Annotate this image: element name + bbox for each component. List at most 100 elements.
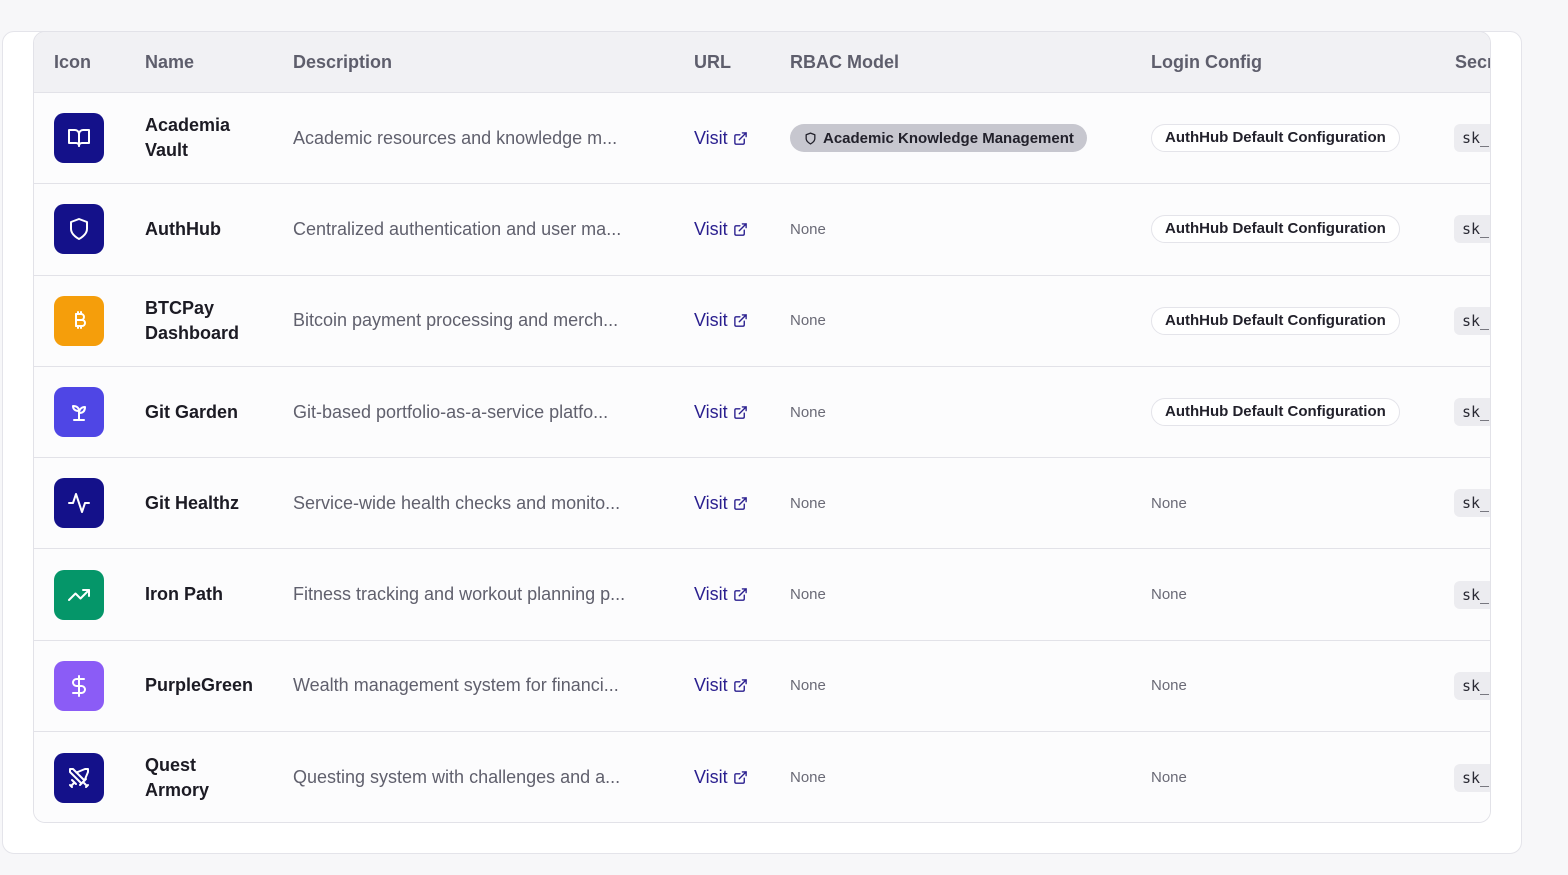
visit-link[interactable]: Visit (694, 128, 748, 149)
secret-key[interactable]: sk_ (1454, 124, 1490, 153)
external-link-icon (733, 222, 748, 237)
secret-key[interactable]: sk_ (1454, 763, 1490, 792)
app-description: Service-wide health checks and monito... (293, 492, 621, 513)
login-cell: None (1151, 458, 1187, 548)
header-login-config[interactable]: Login Config (1151, 32, 1262, 93)
icon-cell (54, 732, 104, 822)
app-description: Centralized authentication and user ma..… (293, 218, 622, 239)
header-name[interactable]: Name (145, 32, 194, 93)
name-cell: Quest Armory (145, 732, 260, 822)
login-cell: AuthHub Default Configuration (1151, 184, 1400, 274)
header-description[interactable]: Description (293, 32, 392, 93)
header-rbac-model[interactable]: RBAC Model (790, 32, 899, 93)
secret-cell: sk_ (1454, 276, 1490, 366)
secret-cell: sk_ (1454, 732, 1490, 822)
url-cell: Visit (694, 184, 748, 274)
url-cell: Visit (694, 367, 748, 457)
icon-cell (54, 184, 104, 274)
name-cell: Git Garden (145, 367, 260, 457)
visit-link[interactable]: Visit (694, 402, 748, 423)
dollar-sign-icon (54, 660, 104, 711)
table-row[interactable]: Iron Path Fitness tracking and workout pl… (34, 549, 1490, 641)
table-row[interactable]: AuthHub Centralized authentication and us… (34, 184, 1490, 276)
external-link-icon (733, 313, 748, 328)
login-config-badge[interactable]: AuthHub Default Configuration (1151, 306, 1400, 335)
rbac-none: None (790, 769, 826, 787)
rbac-badge[interactable]: Academic Knowledge Management (790, 124, 1087, 153)
table-row[interactable]: BTCPay Dashboard Bitcoin payment processi… (34, 275, 1490, 367)
external-link-icon (733, 587, 748, 602)
login-config-badge[interactable]: AuthHub Default Configuration (1151, 215, 1400, 244)
rbac-none: None (790, 403, 826, 421)
description-cell: Git-based portfolio-as-a-service platfo.… (293, 367, 608, 457)
description-cell: Bitcoin payment processing and merch... (293, 276, 618, 366)
rbac-none: None (790, 586, 826, 604)
icon-cell (54, 93, 104, 183)
login-none: None (1151, 769, 1187, 787)
secret-key[interactable]: sk_ (1454, 398, 1490, 427)
header-icon[interactable]: Icon (54, 32, 91, 93)
description-cell: Questing system with challenges and a... (293, 732, 620, 822)
table-row[interactable]: Quest Armory Questing system with challen… (34, 732, 1490, 822)
secret-key[interactable]: sk_ (1454, 580, 1490, 609)
sprout-icon (54, 387, 104, 438)
bitcoin-icon (54, 295, 104, 346)
login-none: None (1151, 494, 1187, 512)
rbac-cell: Academic Knowledge Management (790, 93, 1087, 183)
app-name: Quest Armory (145, 754, 210, 800)
login-cell: None (1151, 732, 1187, 822)
name-cell: Academia Vault (145, 93, 260, 183)
external-link-icon (733, 131, 748, 146)
description-cell: Service-wide health checks and monito... (293, 458, 620, 548)
icon-cell (54, 641, 104, 731)
visit-link[interactable]: Visit (694, 584, 748, 605)
login-cell: AuthHub Default Configuration (1151, 367, 1400, 457)
visit-link[interactable]: Visit (694, 675, 748, 696)
name-cell: PurpleGreen (145, 641, 260, 731)
secret-key[interactable]: sk_ (1454, 306, 1490, 335)
description-cell: Wealth management system for financi... (293, 641, 619, 731)
rbac-cell: None (790, 549, 826, 639)
secret-cell: sk_ (1454, 93, 1490, 183)
secret-key[interactable]: sk_ (1454, 215, 1490, 244)
url-cell: Visit (694, 458, 748, 548)
swords-icon (54, 752, 104, 803)
rbac-cell: None (790, 276, 826, 366)
description-cell: Fitness tracking and workout planning p.… (293, 549, 625, 639)
secret-cell: sk_ (1454, 184, 1490, 274)
secret-cell: sk_ (1454, 549, 1490, 639)
icon-cell (54, 458, 104, 548)
secret-key[interactable]: sk_ (1454, 671, 1490, 700)
table-header: Icon Name Description URL RBAC Model Log… (34, 32, 1490, 93)
visit-link-label: Visit (694, 218, 728, 239)
app-name: Git Garden (145, 401, 239, 422)
login-config-badge[interactable]: AuthHub Default Configuration (1151, 124, 1400, 153)
visit-link[interactable]: Visit (694, 219, 748, 240)
visit-link[interactable]: Visit (694, 310, 748, 331)
table-row[interactable]: Git Healthz Service-wide health checks an… (34, 458, 1490, 550)
visit-link[interactable]: Visit (694, 767, 748, 788)
login-config-badge[interactable]: AuthHub Default Configuration (1151, 398, 1400, 427)
visit-link[interactable]: Visit (694, 493, 748, 514)
login-cell: AuthHub Default Configuration (1151, 93, 1400, 183)
header-url[interactable]: URL (694, 32, 731, 93)
shield-icon (54, 204, 104, 255)
url-cell: Visit (694, 276, 748, 366)
name-cell: Iron Path (145, 549, 260, 639)
visit-link-label: Visit (694, 584, 728, 605)
secret-key[interactable]: sk_ (1454, 489, 1490, 518)
name-cell: BTCPay Dashboard (145, 276, 260, 366)
login-cell: None (1151, 549, 1187, 639)
table-body: Academia Vault Academic resources and kno… (34, 93, 1490, 822)
table-row[interactable]: PurpleGreen Wealth management system for … (34, 640, 1490, 733)
name-cell: AuthHub (145, 184, 260, 274)
description-cell: Centralized authentication and user ma..… (293, 184, 621, 274)
url-cell: Visit (694, 641, 748, 731)
table-row[interactable]: Git Garden Git-based portfolio-as-a-servi… (34, 366, 1490, 459)
app-name: AuthHub (145, 218, 221, 239)
external-link-icon (733, 770, 748, 785)
rbac-cell: None (790, 184, 826, 274)
table-row[interactable]: Academia Vault Academic resources and kno… (34, 93, 1490, 185)
app-description: Wealth management system for financi... (293, 675, 619, 696)
header-secret[interactable]: Secr (1455, 32, 1490, 93)
